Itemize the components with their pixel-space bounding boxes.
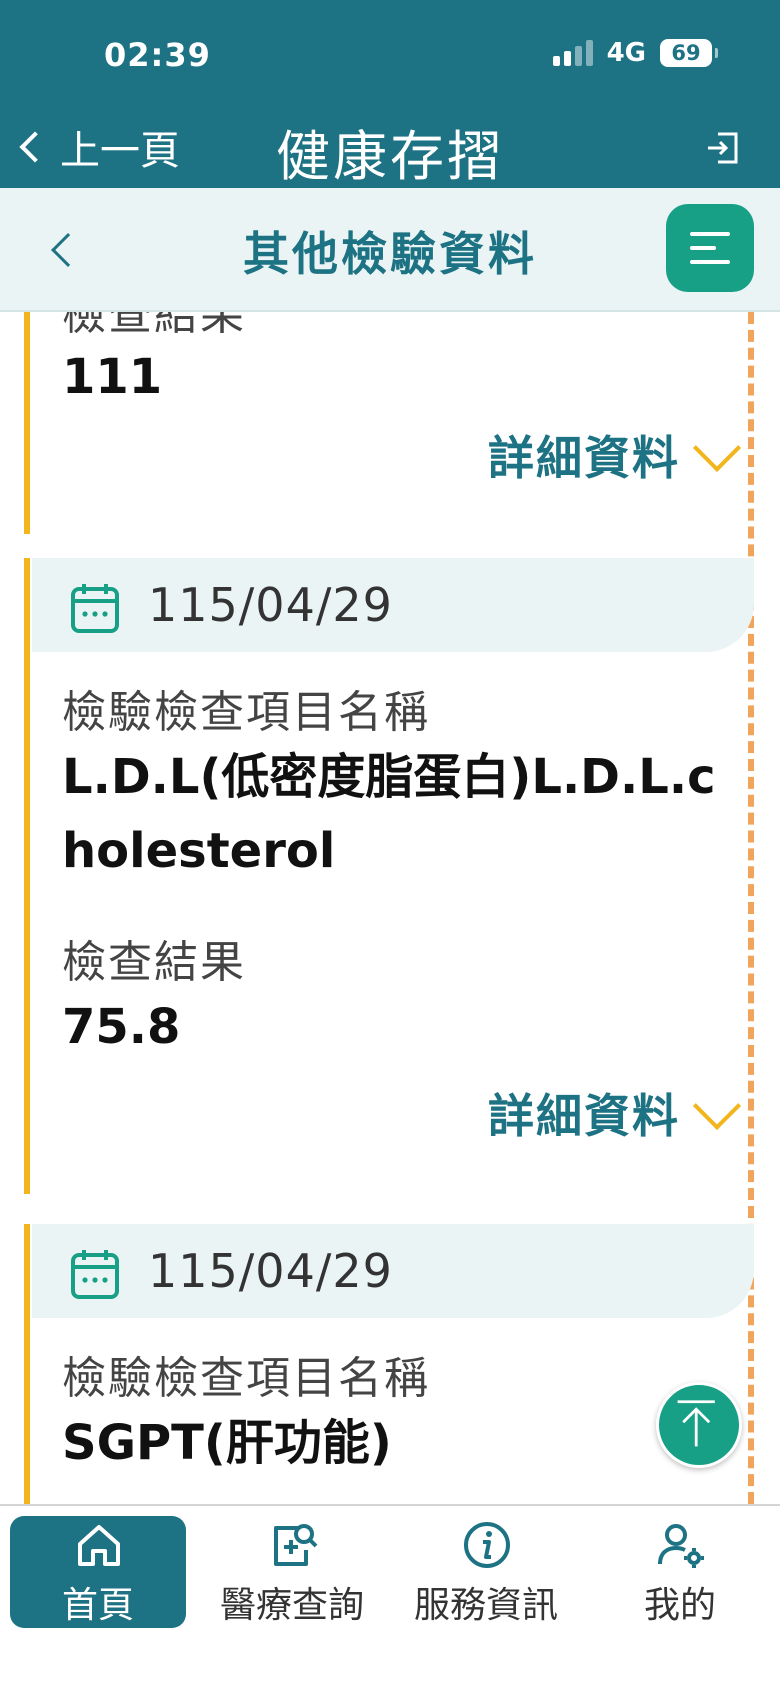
record-accent-bar (24, 312, 30, 534)
date-band: 115/04/29 (32, 558, 754, 652)
record-card: 檢查結果 111 詳細資料 (24, 312, 754, 534)
detail-toggle[interactable]: 詳細資料 (488, 1080, 746, 1146)
detail-label: 詳細資料 (488, 1089, 680, 1143)
nav-my-account[interactable]: 我的 (592, 1516, 768, 1628)
status-time: 02:39 (104, 36, 211, 74)
record-date: 115/04/29 (148, 578, 393, 632)
record-list[interactable]: 檢查結果 111 詳細資料 115/04/29 檢驗檢查項目名稱 L.D.L(低… (0, 312, 780, 1504)
nav-label: 服務資訊 (413, 1585, 558, 1626)
status-indicators: 4G 69 (552, 38, 718, 68)
nav-home[interactable]: 首頁 (10, 1516, 186, 1628)
chevron-down-icon (692, 423, 742, 473)
scroll-top-button[interactable] (656, 1382, 742, 1468)
battery-icon: 69 (660, 39, 718, 67)
nav-label: 醫療查詢 (219, 1585, 364, 1626)
page-title: 其他檢驗資料 (243, 227, 537, 281)
item-value: L.D.L(低密度脂蛋白)L.D.L.cholesterol (62, 749, 716, 879)
item-value: SGPT(肝功能) (62, 1415, 392, 1471)
home-icon (78, 1525, 120, 1566)
page-header: 其他檢驗資料 (0, 188, 780, 312)
logout-icon[interactable] (704, 128, 744, 168)
item-label: 檢驗檢查項目名稱 (62, 687, 430, 738)
network-type: 4G (606, 38, 646, 68)
nav-medical-search[interactable]: 醫療查詢 (204, 1516, 380, 1628)
detail-label: 詳細資料 (488, 431, 680, 485)
detail-toggle[interactable]: 詳細資料 (488, 422, 746, 488)
date-band: 115/04/29 (32, 1224, 754, 1318)
info-icon (464, 1522, 510, 1568)
record-date: 115/04/29 (148, 1244, 393, 1298)
item-label: 檢驗檢查項目名稱 (62, 1353, 430, 1404)
record-card: 115/04/29 檢驗檢查項目名稱 L.D.L(低密度脂蛋白)L.D.L.ch… (24, 558, 754, 1194)
result-label: 檢查結果 (62, 312, 246, 340)
nav-label: 首頁 (61, 1585, 134, 1626)
signal-icon (552, 40, 593, 66)
chevron-down-icon (692, 1081, 742, 1131)
calendar-icon (71, 1250, 119, 1299)
calendar-icon (71, 584, 119, 633)
record-accent-bar (24, 558, 30, 1194)
nav-label: 我的 (643, 1585, 716, 1626)
result-value: 111 (62, 349, 163, 405)
result-value: 75.8 (62, 999, 181, 1055)
app-header: 02:39 4G 69 上一頁 健康存摺 (0, 0, 780, 188)
battery-level: 69 (671, 41, 701, 65)
bottom-nav: 首頁 醫療查詢 服務資訊 我的 (0, 1504, 780, 1695)
record-accent-bar (24, 1224, 30, 1504)
app-title: 健康存摺 (276, 125, 504, 188)
arrow-up-icon (677, 1400, 715, 1447)
medical-search-icon (274, 1524, 318, 1566)
nav-service-info[interactable]: 服務資訊 (398, 1516, 574, 1628)
user-settings-icon (658, 1524, 704, 1568)
result-label: 檢查結果 (62, 937, 246, 988)
record-card: 115/04/29 檢驗檢查項目名稱 SGPT(肝功能) (24, 1224, 754, 1504)
menu-button[interactable] (666, 204, 754, 292)
